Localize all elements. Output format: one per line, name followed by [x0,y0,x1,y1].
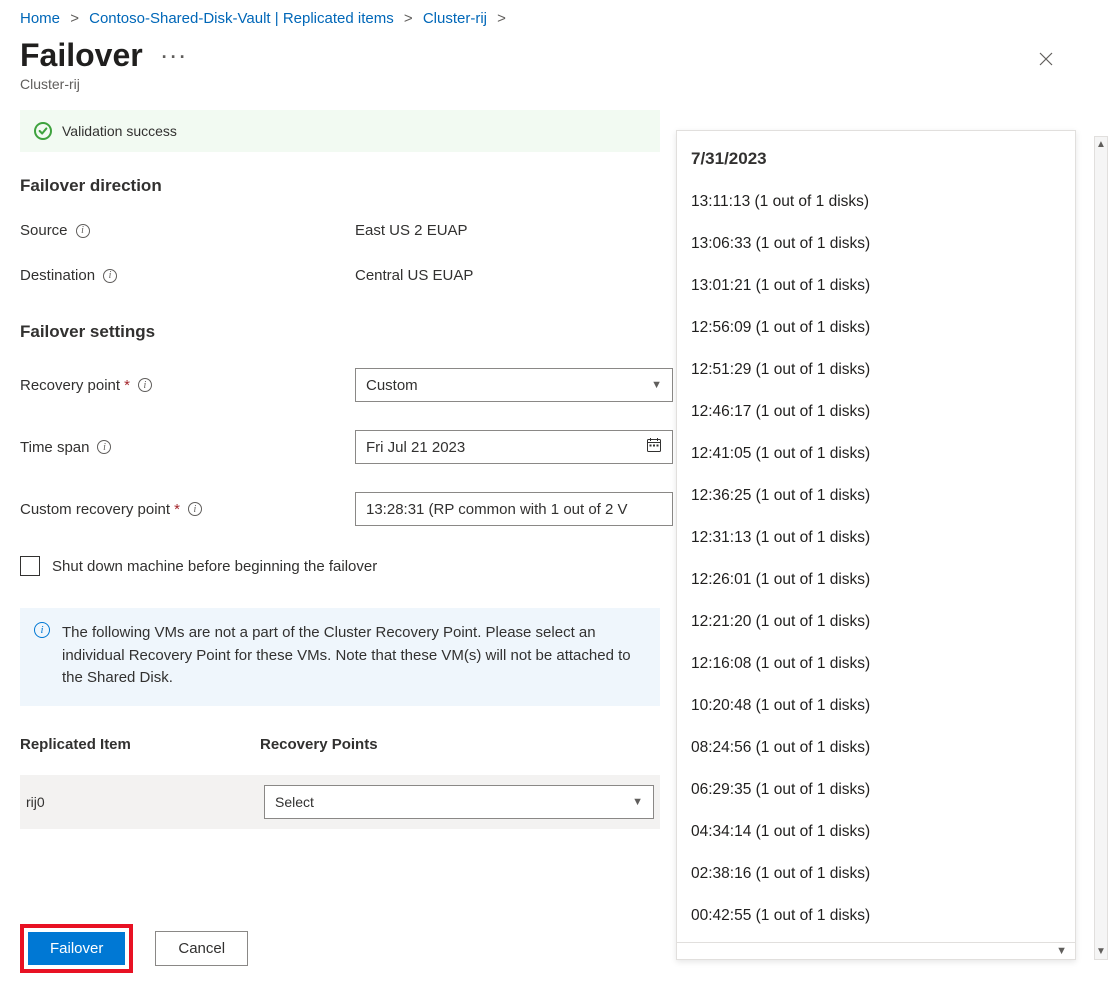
table-row: rij0 Select ▼ [20,775,660,829]
info-icon[interactable]: i [76,224,90,238]
recovery-point-option[interactable]: 04:34:14 (1 out of 1 disks) [691,811,1075,853]
failover-button[interactable]: Failover [28,932,125,965]
recovery-point-option[interactable]: 13:11:13 (1 out of 1 disks) [691,181,1075,223]
recovery-point-select[interactable]: Select ▼ [264,785,654,819]
more-icon[interactable]: ··· [162,47,189,67]
recovery-point-option[interactable]: 02:38:16 (1 out of 1 disks) [691,853,1075,895]
shutdown-checkbox-label: Shut down machine before beginning the f… [52,558,377,575]
recovery-point-value: Custom [366,377,418,394]
breadcrumb-cluster[interactable]: Cluster-rij [423,10,487,27]
col-recovery-points: Recovery Points [260,736,660,753]
table-row-item-name: rij0 [26,794,264,810]
recovery-point-option[interactable]: 12:46:17 (1 out of 1 disks) [691,391,1075,433]
footer-actions: Failover Cancel [0,924,268,973]
recovery-point-option[interactable]: 13:06:33 (1 out of 1 disks) [691,223,1075,265]
info-icon[interactable]: i [103,269,117,283]
breadcrumb-sep: > [70,10,79,27]
recovery-point-label: Recovery point [20,377,120,394]
check-icon [34,122,52,140]
info-icon[interactable]: i [188,502,202,516]
recovery-point-option[interactable]: 06:29:35 (1 out of 1 disks) [691,769,1075,811]
vm-warning-text: The following VMs are not a part of the … [62,624,631,686]
recovery-point-option[interactable]: 12:56:09 (1 out of 1 disks) [691,307,1075,349]
chevron-down-icon: ▼ [632,796,643,808]
custom-rp-value: 13:28:31 (RP common with 1 out of 2 V [366,501,628,518]
page-title: Failover ··· [20,37,1028,74]
validation-success-banner: Validation success [20,110,660,152]
time-span-label: Time span [20,439,89,456]
recovery-points-scroll-list[interactable]: 7/31/2023 13:11:13 (1 out of 1 disks)13:… [677,131,1075,942]
recovery-point-option[interactable]: 13:01:21 (1 out of 1 disks) [691,265,1075,307]
recovery-point-option[interactable]: 12:41:05 (1 out of 1 disks) [691,433,1075,475]
page-title-text: Failover [20,37,143,73]
scroll-up-icon[interactable]: ▲ [1096,137,1106,152]
recovery-point-dropdown[interactable]: Custom ▼ [355,368,673,402]
recovery-point-option[interactable]: 08:24:56 (1 out of 1 disks) [691,727,1075,769]
replicated-items-table: Replicated Item Recovery Points rij0 Sel… [20,728,660,829]
shutdown-checkbox[interactable] [20,556,40,576]
recovery-point-option[interactable]: 12:21:20 (1 out of 1 disks) [691,601,1075,643]
recovery-point-option[interactable]: 12:26:01 (1 out of 1 disks) [691,559,1075,601]
recovery-point-option[interactable]: 00:42:55 (1 out of 1 disks) [691,895,1075,937]
col-replicated-item: Replicated Item [20,736,260,753]
scroll-down-icon[interactable]: ▼ [1096,944,1106,959]
destination-label: Destination [20,267,95,284]
breadcrumb-sep: > [404,10,413,27]
destination-value: Central US EUAP [355,267,473,284]
failover-button-highlight: Failover [20,924,133,973]
required-marker: * [124,377,130,394]
breadcrumb-home[interactable]: Home [20,10,60,27]
calendar-icon [646,437,662,458]
custom-rp-dropdown[interactable]: 13:28:31 (RP common with 1 out of 2 V [355,492,673,526]
breadcrumb-sep: > [497,10,506,27]
recovery-points-dropdown-panel: 7/31/2023 13:11:13 (1 out of 1 disks)13:… [676,130,1076,960]
page-scrollbar[interactable]: ▲ ▼ [1094,136,1108,960]
required-marker: * [174,501,180,518]
recovery-points-date-header: 7/31/2023 [691,145,1075,181]
time-span-datepicker[interactable]: Fri Jul 21 2023 [355,430,673,464]
recovery-point-option[interactable]: 10:20:48 (1 out of 1 disks) [691,685,1075,727]
recovery-point-option[interactable]: 12:31:13 (1 out of 1 disks) [691,517,1075,559]
source-value: East US 2 EUAP [355,222,468,239]
dropdown-scroll-down-icon[interactable]: ▼ [677,942,1075,959]
info-icon[interactable]: i [97,440,111,454]
close-icon[interactable] [1028,43,1064,77]
source-label: Source [20,222,68,239]
page-header: Failover ··· Cluster-rij [0,33,1114,92]
cancel-button[interactable]: Cancel [155,931,248,966]
recovery-point-select-value: Select [275,794,314,810]
custom-rp-label: Custom recovery point [20,501,170,518]
chevron-down-icon: ▼ [651,379,662,391]
breadcrumb-vault[interactable]: Contoso-Shared-Disk-Vault | Replicated i… [89,10,394,27]
breadcrumb: Home > Contoso-Shared-Disk-Vault | Repli… [0,0,1114,33]
info-icon: i [34,622,50,638]
table-header: Replicated Item Recovery Points [20,728,660,761]
recovery-point-option[interactable]: 12:16:08 (1 out of 1 disks) [691,643,1075,685]
recovery-point-option[interactable]: 12:51:29 (1 out of 1 disks) [691,349,1075,391]
info-icon[interactable]: i [138,378,152,392]
validation-success-text: Validation success [62,123,177,139]
recovery-point-option[interactable]: 12:36:25 (1 out of 1 disks) [691,475,1075,517]
page-subtitle: Cluster-rij [20,76,1028,92]
time-span-value: Fri Jul 21 2023 [366,439,465,456]
vm-warning-info-box: i The following VMs are not a part of th… [20,608,660,706]
